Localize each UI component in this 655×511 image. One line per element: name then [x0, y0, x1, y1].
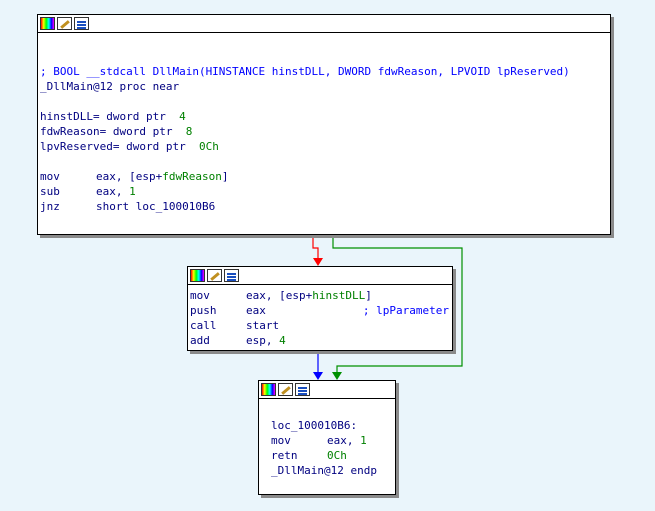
instruction-line[interactable]: push eax; lpParameter [190, 303, 450, 318]
call-target-link[interactable]: start [246, 319, 279, 332]
code-block-loc-100010b6[interactable]: loc_100010B6: mov eax, 1 retn 0Ch _DllMain… [258, 380, 396, 495]
color-palette-icon[interactable] [40, 17, 55, 30]
edge-uncond-arrow [313, 372, 323, 380]
rename-edit-icon[interactable] [278, 383, 293, 396]
rename-edit-icon[interactable] [207, 269, 222, 282]
arg-line-lpvreserved: lpvReserved= dword ptr 0Ch [40, 140, 219, 153]
arg-line-fdwreason: fdwReason= dword ptr 8 [40, 125, 193, 138]
jump-target-link[interactable]: short loc_100010B6 [96, 200, 215, 213]
function-signature-comment: ; BOOL __stdcall DllMain(HINSTANCE hinst… [40, 65, 570, 78]
graph-view-icon[interactable] [224, 269, 239, 282]
edge-jnz-taken [312, 234, 319, 260]
arg-name[interactable]: lpvReserved [40, 140, 113, 153]
arg-line-hinstdll: hinstDLL= dword ptr 4 [40, 110, 186, 123]
arg-name[interactable]: hinstDLL [40, 110, 93, 123]
block-titlebar [38, 15, 610, 33]
graph-view-icon[interactable] [295, 383, 310, 396]
color-palette-icon[interactable] [261, 383, 276, 396]
instruction-line[interactable]: call start [190, 318, 450, 333]
instruction-line[interactable]: mov eax, 1 [271, 433, 393, 448]
instruction-line[interactable]: retn 0Ch [271, 448, 393, 463]
code-block-call-start[interactable]: mov eax, [esp+hinstDLL] push eax; lpParame… [187, 266, 453, 351]
edge-jnz-fallthrough-arrow [332, 372, 342, 380]
block-titlebar [259, 381, 395, 399]
instruction-line[interactable]: mov eax, [esp+fdwReason] [40, 169, 608, 184]
code-block-dllmain-entry[interactable]: ; BOOL __stdcall DllMain(HINSTANCE hinst… [37, 14, 611, 235]
edge-jnz-taken-arrow [313, 258, 323, 266]
proc-declaration: _DllMain@12 proc near [40, 80, 180, 93]
parameter-comment: ; lpParameter [362, 304, 449, 317]
location-label[interactable]: loc_100010B6: [271, 418, 393, 433]
endp-line: _DllMain@12 endp [271, 464, 377, 477]
rename-edit-icon[interactable] [57, 17, 72, 30]
graph-view-icon[interactable] [74, 17, 89, 30]
instruction-line[interactable]: jnz short loc_100010B6 [40, 199, 608, 214]
instruction-line[interactable]: mov eax, [esp+hinstDLL] [190, 288, 450, 303]
instruction-line[interactable]: add esp, 4 [190, 333, 450, 348]
arg-name[interactable]: fdwReason [40, 125, 100, 138]
instruction-line[interactable]: sub eax, 1 [40, 184, 608, 199]
block-titlebar [188, 267, 452, 285]
color-palette-icon[interactable] [190, 269, 205, 282]
